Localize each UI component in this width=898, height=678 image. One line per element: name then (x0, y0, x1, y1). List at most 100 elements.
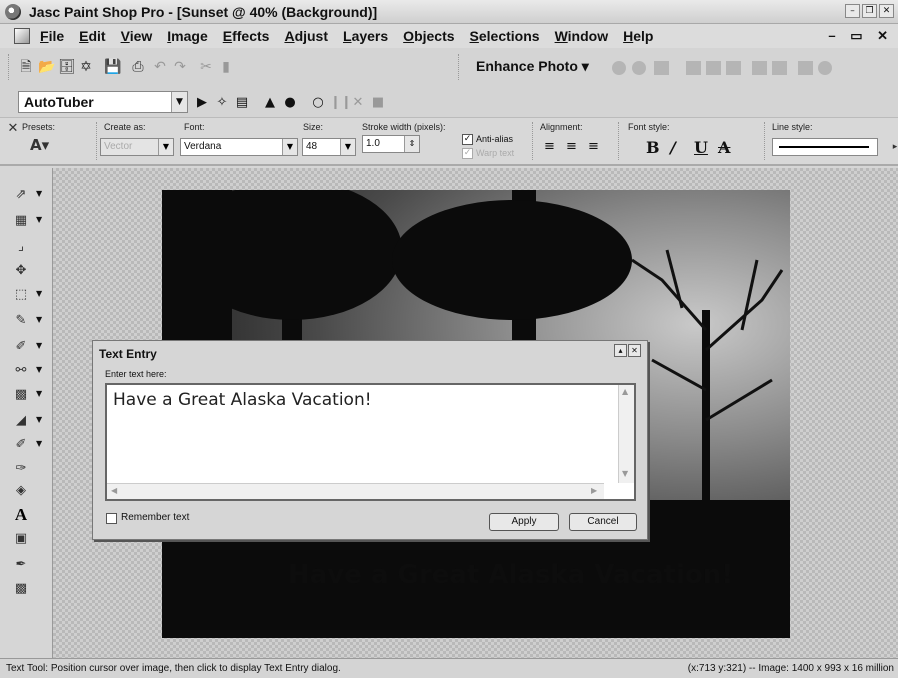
chevron-down-icon[interactable]: ▼ (36, 439, 42, 448)
new-file-icon[interactable]: 🗎 (18, 59, 34, 75)
photo-fix-icon[interactable] (798, 61, 813, 75)
load-script-icon[interactable]: ▲ (262, 95, 278, 111)
photo-fix-icon[interactable] (612, 61, 626, 75)
document-icon[interactable] (14, 28, 30, 44)
chevron-down-icon[interactable]: ▼ (36, 389, 42, 398)
move-tool-icon[interactable]: ✥ (12, 262, 30, 280)
horizontal-scrollbar[interactable]: ◀ ▶ (107, 483, 604, 499)
align-right-icon[interactable]: ≡ (588, 140, 602, 154)
menu-window[interactable]: Window (555, 28, 609, 44)
script-select[interactable]: AutoTuber ▼ (18, 91, 188, 113)
menu-adjust[interactable]: Adjust (284, 28, 328, 44)
scratch-remover-icon[interactable]: ▩ (12, 386, 30, 404)
smudge-tool-icon[interactable]: ✐ (12, 436, 30, 454)
shape-tool-icon[interactable]: ▣ (12, 530, 30, 548)
spinner-icon[interactable]: ⇕ (404, 136, 419, 152)
marquee-tool-icon[interactable]: ⬚ (12, 286, 30, 304)
menu-edit[interactable]: Edit (79, 28, 105, 44)
menu-layers[interactable]: Layers (343, 28, 388, 44)
menu-objects[interactable]: Objects (403, 28, 454, 44)
cut-icon[interactable]: ✂ (198, 59, 214, 75)
line-style-select[interactable] (772, 138, 878, 156)
pick-tool-icon[interactable]: ⇗ (12, 186, 30, 204)
document-window-controls[interactable]: – ▭ ✕ (828, 28, 894, 44)
create-as-select[interactable]: Vector ▼ (100, 138, 174, 156)
photo-fix-icon[interactable] (818, 61, 832, 75)
chevron-down-icon[interactable]: ▼ (340, 139, 355, 155)
font-select[interactable]: Verdana ▼ (180, 138, 298, 156)
record-script-icon[interactable]: ● (282, 95, 298, 111)
menu-help[interactable]: Help (623, 28, 653, 44)
pen-tool-icon[interactable]: ✒ (12, 556, 30, 574)
object-selector-icon[interactable]: ▩ (12, 580, 30, 598)
scroll-up-icon[interactable]: ▲ (622, 387, 628, 396)
chevron-right-icon[interactable]: ▸ (886, 138, 898, 156)
warp-text-checkbox[interactable]: ✓ (462, 148, 473, 159)
flood-fill-icon[interactable]: ◈ (12, 482, 30, 500)
save-script-icon[interactable]: ■ (370, 95, 386, 111)
italic-icon[interactable]: / (670, 138, 676, 157)
photo-fix-icon[interactable] (632, 61, 646, 75)
chevron-down-icon[interactable]: ▼ (36, 315, 42, 324)
dialog-minimize-button[interactable]: ▴ (614, 344, 627, 357)
open-file-icon[interactable]: 📂 (38, 59, 55, 75)
photo-fix-icon[interactable] (752, 61, 767, 75)
strikethrough-icon[interactable]: A (718, 138, 730, 157)
stop-icon[interactable]: ○ (310, 95, 326, 111)
size-select[interactable]: 48 ▼ (302, 138, 356, 156)
vertical-scrollbar[interactable]: ▲ ▼ (618, 385, 634, 483)
apply-button[interactable]: Apply (489, 513, 559, 531)
antialias-checkbox[interactable]: ✓ (462, 134, 473, 145)
clone-brush-icon[interactable]: ⚯ (12, 362, 30, 380)
dialog-close-button[interactable]: ✕ (628, 344, 641, 357)
redo-icon[interactable]: ↷ (172, 59, 188, 75)
close-button[interactable]: ✕ (879, 4, 894, 18)
enhance-photo-button[interactable]: Enhance Photo ▾ (476, 58, 589, 75)
chevron-down-icon[interactable]: ▼ (36, 289, 42, 298)
menu-effects[interactable]: Effects (223, 28, 270, 44)
photo-fix-icon[interactable] (772, 61, 787, 75)
chevron-down-icon[interactable]: ▼ (36, 365, 42, 374)
scroll-down-icon[interactable]: ▼ (622, 469, 628, 478)
crop-tool-icon[interactable]: ⌟ (12, 238, 30, 256)
restore-button[interactable]: ❐ (862, 4, 877, 18)
chevron-down-icon[interactable]: ▼ (158, 139, 173, 155)
text-tool-icon[interactable]: A (12, 506, 30, 524)
retouch-tool-icon[interactable]: ✑ (12, 460, 30, 478)
align-left-icon[interactable]: ≡ (544, 140, 558, 154)
scan-icon[interactable]: ✡ (78, 59, 94, 75)
photo-fix-icon[interactable] (706, 61, 721, 75)
bold-icon[interactable]: B (646, 138, 660, 157)
scroll-left-icon[interactable]: ◀ (111, 486, 117, 495)
selection-tool-icon[interactable]: ▦ (12, 212, 30, 230)
toolbar-grip[interactable] (8, 54, 11, 80)
paint-brush-icon[interactable]: ✐ (12, 338, 30, 356)
run-script-icon[interactable]: ▶ (194, 95, 210, 111)
dropper-tool-icon[interactable]: ✎ (12, 312, 30, 330)
menu-image[interactable]: Image (167, 28, 207, 44)
save-icon[interactable]: 💾 (104, 59, 121, 75)
chevron-down-icon[interactable]: ▼ (36, 215, 42, 224)
browse-icon[interactable]: 🗄 (58, 59, 76, 75)
stroke-width-input[interactable]: 1.0 ⇕ (362, 135, 420, 153)
menu-file[interactable]: File (40, 28, 64, 44)
copy-icon[interactable]: ▮ (218, 59, 234, 75)
chevron-down-icon[interactable]: ▼ (36, 415, 42, 424)
menu-view[interactable]: View (121, 28, 153, 44)
script-output-icon[interactable]: ▤ (234, 95, 250, 111)
print-icon[interactable]: ⎙ (130, 59, 146, 75)
pause-icon[interactable]: ❙❙ (330, 95, 352, 111)
cancel-script-icon[interactable]: ✕ (350, 95, 366, 111)
chevron-down-icon[interactable]: ▼ (282, 139, 297, 155)
script-editor-icon[interactable]: ✧ (214, 95, 230, 111)
eraser-tool-icon[interactable]: ◢ (12, 412, 30, 430)
underline-icon[interactable]: U (694, 138, 708, 157)
chevron-down-icon[interactable]: ▼ (171, 92, 187, 112)
photo-fix-icon[interactable] (686, 61, 701, 75)
photo-fix-icon[interactable] (726, 61, 741, 75)
minimize-button[interactable]: – (845, 4, 860, 18)
close-palette-icon[interactable]: ✕ (4, 120, 22, 138)
toolbar-grip[interactable] (458, 54, 461, 80)
scroll-right-icon[interactable]: ▶ (591, 486, 597, 495)
align-center-icon[interactable]: ≡ (566, 140, 580, 154)
